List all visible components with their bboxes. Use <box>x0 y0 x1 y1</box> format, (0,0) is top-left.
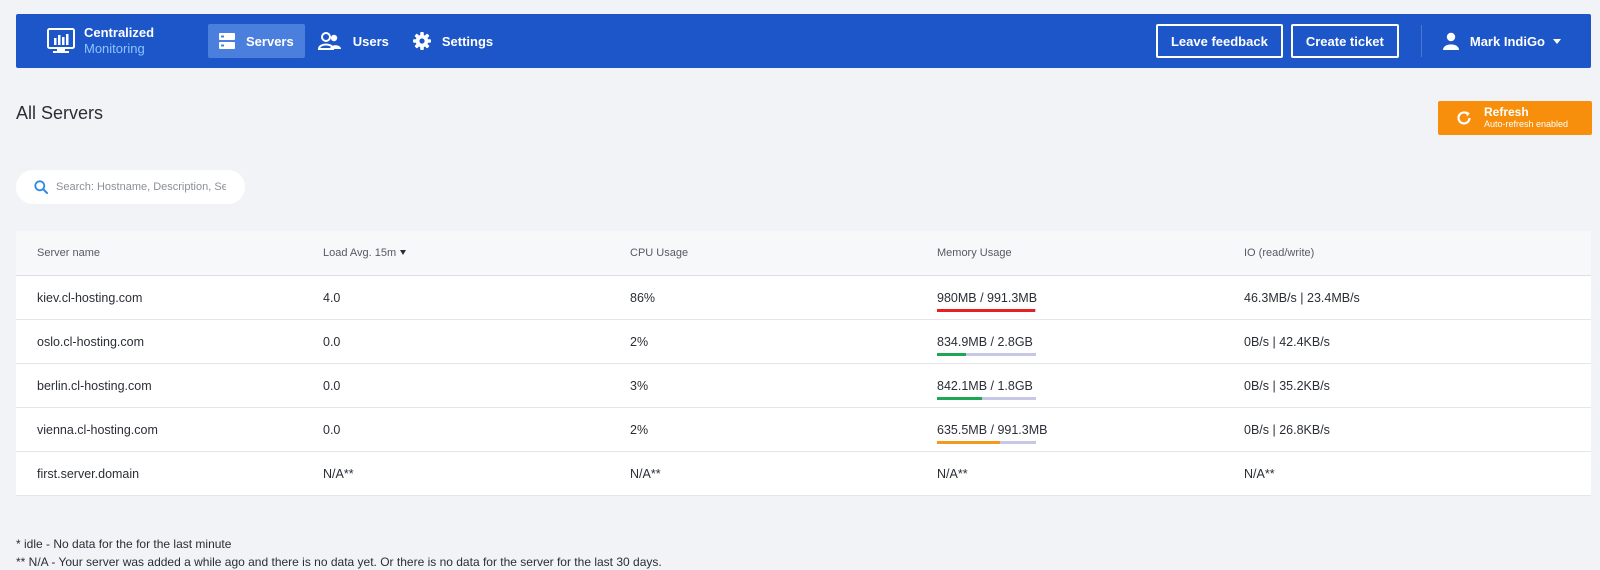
auto-refresh-status: Auto-refresh enabled <box>1484 119 1569 129</box>
table-header: Server name Load Avg. 15m CPU Usage Memo… <box>16 231 1591 276</box>
memory-usage-bar-fill <box>937 396 982 400</box>
io-value: 0B/s | 35.2KB/s <box>1244 378 1330 393</box>
load-avg-value: 0.0 <box>323 334 341 349</box>
refresh-label: Refresh <box>1484 105 1529 119</box>
load-avg-value: 0.0 <box>323 378 341 393</box>
table-row[interactable]: vienna.cl-hosting.com 0.0 2% 635.5MB / 9… <box>16 408 1591 452</box>
load-avg-value: N/A** <box>323 466 354 481</box>
gear-icon <box>412 32 431 50</box>
io-value: 0B/s | 42.4KB/s <box>1244 334 1330 349</box>
create-ticket-button[interactable]: Create ticket <box>1290 24 1399 58</box>
column-header-load-avg[interactable]: Load Avg. 15m <box>323 247 630 259</box>
nav-label-servers: Servers <box>246 33 294 49</box>
memory-usage-value: 635.5MB / 991.3MB <box>937 422 1048 437</box>
cpu-usage-value: 3% <box>630 378 649 393</box>
main-nav: Servers Users Settings <box>208 24 506 58</box>
io-value: 46.3MB/s | 23.4MB/s <box>1244 290 1360 305</box>
column-header-server-name[interactable]: Server name <box>16 247 323 259</box>
navbar-divider <box>1420 25 1422 57</box>
refresh-button[interactable]: Refresh Auto-refresh enabled <box>1438 101 1592 135</box>
memory-usage-bar <box>937 308 1036 312</box>
table-row[interactable]: first.server.domain N/A** N/A** N/A** N/… <box>16 452 1591 496</box>
io-value: 0B/s | 26.8KB/s <box>1244 422 1330 437</box>
cpu-usage-value: N/A** <box>630 466 661 481</box>
column-header-memory[interactable]: Memory Usage <box>937 247 1244 259</box>
server-name[interactable]: vienna.cl-hosting.com <box>16 423 323 437</box>
servers-icon <box>219 33 235 49</box>
table-row[interactable]: oslo.cl-hosting.com 0.0 2% 834.9MB / 2.8… <box>16 320 1591 364</box>
memory-usage-bar <box>937 440 1036 444</box>
memory-usage-cell: 834.9MB / 2.8GB <box>937 334 1244 356</box>
nav-item-settings[interactable]: Settings <box>402 24 504 58</box>
monitor-chart-icon <box>47 28 75 53</box>
memory-usage-cell: 635.5MB / 991.3MB <box>937 422 1244 444</box>
memory-usage-bar-fill <box>937 308 1035 312</box>
column-header-label: Load Avg. 15m <box>323 247 397 259</box>
page-title: All Servers <box>16 103 104 123</box>
cpu-usage-value: 2% <box>630 334 649 349</box>
load-avg-value: 0.0 <box>323 422 341 437</box>
memory-usage-bar-fill <box>937 352 966 356</box>
servers-table: Server name Load Avg. 15m CPU Usage Memo… <box>16 231 1591 496</box>
cpu-usage-value: 2% <box>630 422 649 437</box>
server-name[interactable]: kiev.cl-hosting.com <box>16 291 323 305</box>
chevron-down-icon <box>1553 38 1561 44</box>
memory-usage-value: 834.9MB / 2.8GB <box>937 334 1033 349</box>
search-icon <box>34 180 48 194</box>
top-navbar: Centralized Monitoring Servers Users Set… <box>16 14 1591 68</box>
user-menu[interactable]: Mark IndiGo <box>1442 32 1561 50</box>
person-icon <box>1442 32 1459 50</box>
footnote-na: ** N/A - Your server was added a while a… <box>16 555 662 569</box>
search-box[interactable] <box>16 170 245 204</box>
user-name: Mark IndiGo <box>1469 33 1545 49</box>
nav-item-servers[interactable]: Servers <box>208 24 305 58</box>
memory-usage-cell: 842.1MB / 1.8GB <box>937 378 1244 400</box>
server-name[interactable]: first.server.domain <box>16 467 323 481</box>
users-icon <box>317 32 341 50</box>
refresh-icon <box>1457 111 1471 125</box>
memory-usage-value: N/A** <box>937 466 968 481</box>
nav-label-settings: Settings <box>441 33 494 49</box>
nav-label-users: Users <box>352 33 389 49</box>
sort-desc-icon <box>400 250 407 255</box>
memory-usage-bar <box>937 352 1036 356</box>
cpu-usage-value: 86% <box>630 290 656 305</box>
column-header-io[interactable]: IO (read/write) <box>1244 247 1591 259</box>
load-avg-value: 4.0 <box>323 290 341 305</box>
brand-name-line1: Centralized <box>84 25 155 40</box>
table-row[interactable]: kiev.cl-hosting.com 4.0 86% 980MB / 991.… <box>16 276 1591 320</box>
server-name[interactable]: oslo.cl-hosting.com <box>16 335 323 349</box>
server-name[interactable]: berlin.cl-hosting.com <box>16 379 323 393</box>
memory-usage-bar <box>937 396 1036 400</box>
table-row[interactable]: berlin.cl-hosting.com 0.0 3% 842.1MB / 1… <box>16 364 1591 408</box>
leave-feedback-button[interactable]: Leave feedback <box>1155 24 1283 58</box>
column-header-cpu[interactable]: CPU Usage <box>630 247 937 259</box>
brand-name-line2: Monitoring <box>84 41 145 56</box>
footnotes: * idle - No data for the for the last mi… <box>16 535 662 570</box>
memory-usage-cell: N/A** <box>937 467 1244 481</box>
memory-usage-bar-fill <box>937 440 1001 444</box>
memory-usage-cell: 980MB / 991.3MB <box>937 290 1244 312</box>
footnote-idle: * idle - No data for the for the last mi… <box>16 537 232 551</box>
nav-item-users[interactable]: Users <box>307 24 400 58</box>
search-input[interactable] <box>56 181 226 193</box>
io-value: N/A** <box>1244 466 1275 481</box>
memory-usage-value: 980MB / 991.3MB <box>937 290 1038 305</box>
memory-usage-value: 842.1MB / 1.8GB <box>937 378 1033 393</box>
brand-logo[interactable]: Centralized Monitoring <box>46 25 208 57</box>
